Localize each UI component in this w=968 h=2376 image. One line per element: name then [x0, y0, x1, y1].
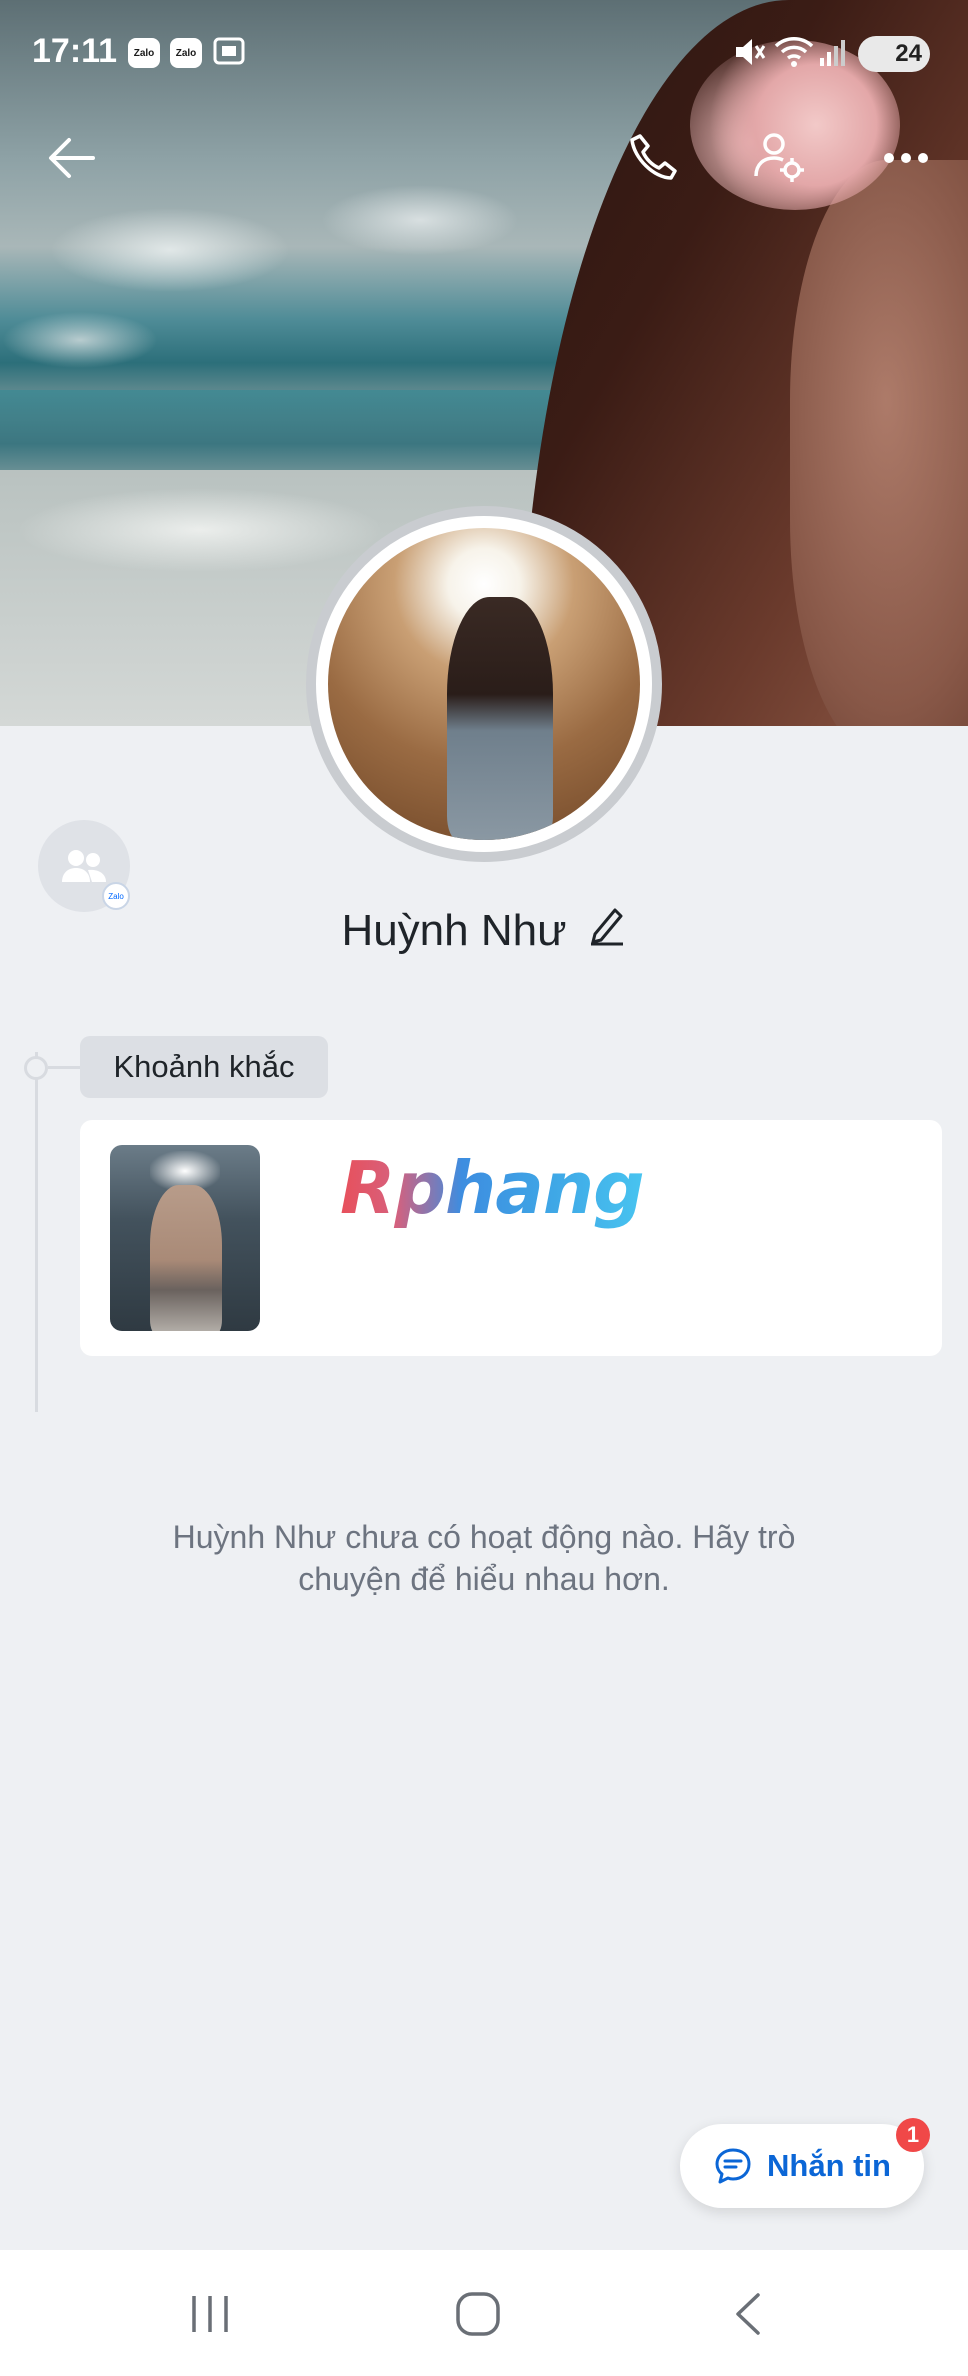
more-button[interactable] [876, 128, 936, 188]
watermark-logo: Rphang [340, 1146, 645, 1230]
gallery-notification-icon [212, 34, 246, 73]
recent-apps-button[interactable] [180, 2284, 240, 2344]
pencil-icon [590, 908, 623, 946]
battery-indicator: 24 [858, 36, 930, 72]
profile-name: Huỳnh Như [341, 905, 567, 955]
send-message-button[interactable]: Nhắn tin 1 [680, 2118, 930, 2208]
avatar-photo [328, 528, 640, 840]
profile-settings-button[interactable] [750, 128, 810, 188]
avatar-figure [446, 596, 553, 840]
edit-name-button[interactable] [587, 904, 627, 957]
unread-badge: 1 [896, 2118, 930, 2152]
zalo-notification-icon: Zalo [170, 38, 202, 68]
moments-label: Khoảnh khắc [80, 1036, 328, 1098]
phone-icon [630, 134, 677, 180]
zalo-notification-icon: Zalo [128, 38, 160, 68]
empty-activity-message: Huỳnh Như chưa có hoạt động nào. Hãy trò… [172, 1519, 796, 1597]
status-time: 17:11 [32, 32, 118, 70]
thumb-figure [150, 1185, 222, 1331]
wifi-icon [774, 34, 814, 75]
profile-name-row: Huỳnh Như [0, 904, 968, 957]
group-icon [62, 850, 106, 882]
call-button[interactable] [624, 128, 684, 188]
mutual-groups-button[interactable]: Zalo [38, 820, 130, 912]
signal-icon [818, 34, 848, 75]
system-back-button[interactable] [718, 2284, 778, 2344]
moment-thumbnail[interactable] [110, 1145, 260, 1331]
user-settings-icon [754, 133, 804, 182]
profile-avatar[interactable] [306, 506, 662, 862]
more-icon [884, 153, 928, 163]
timeline-line [35, 1052, 38, 1412]
timeline-dot [24, 1056, 48, 1080]
recent-apps-icon [192, 2296, 228, 2332]
status-bar: 17:11 Zalo Zalo 24 [0, 0, 968, 104]
cover-skin [790, 160, 968, 726]
home-button[interactable] [448, 2284, 508, 2344]
send-message-label: Nhắn tin [767, 2148, 891, 2183]
mute-icon [732, 34, 766, 75]
chevron-left-icon [736, 2293, 760, 2335]
home-icon [456, 2292, 500, 2336]
arrow-left-icon [49, 138, 95, 178]
chat-bubble-icon [715, 2148, 751, 2184]
system-nav-bar [0, 2250, 968, 2376]
timeline-connector [48, 1066, 80, 1069]
back-button[interactable] [42, 128, 102, 188]
